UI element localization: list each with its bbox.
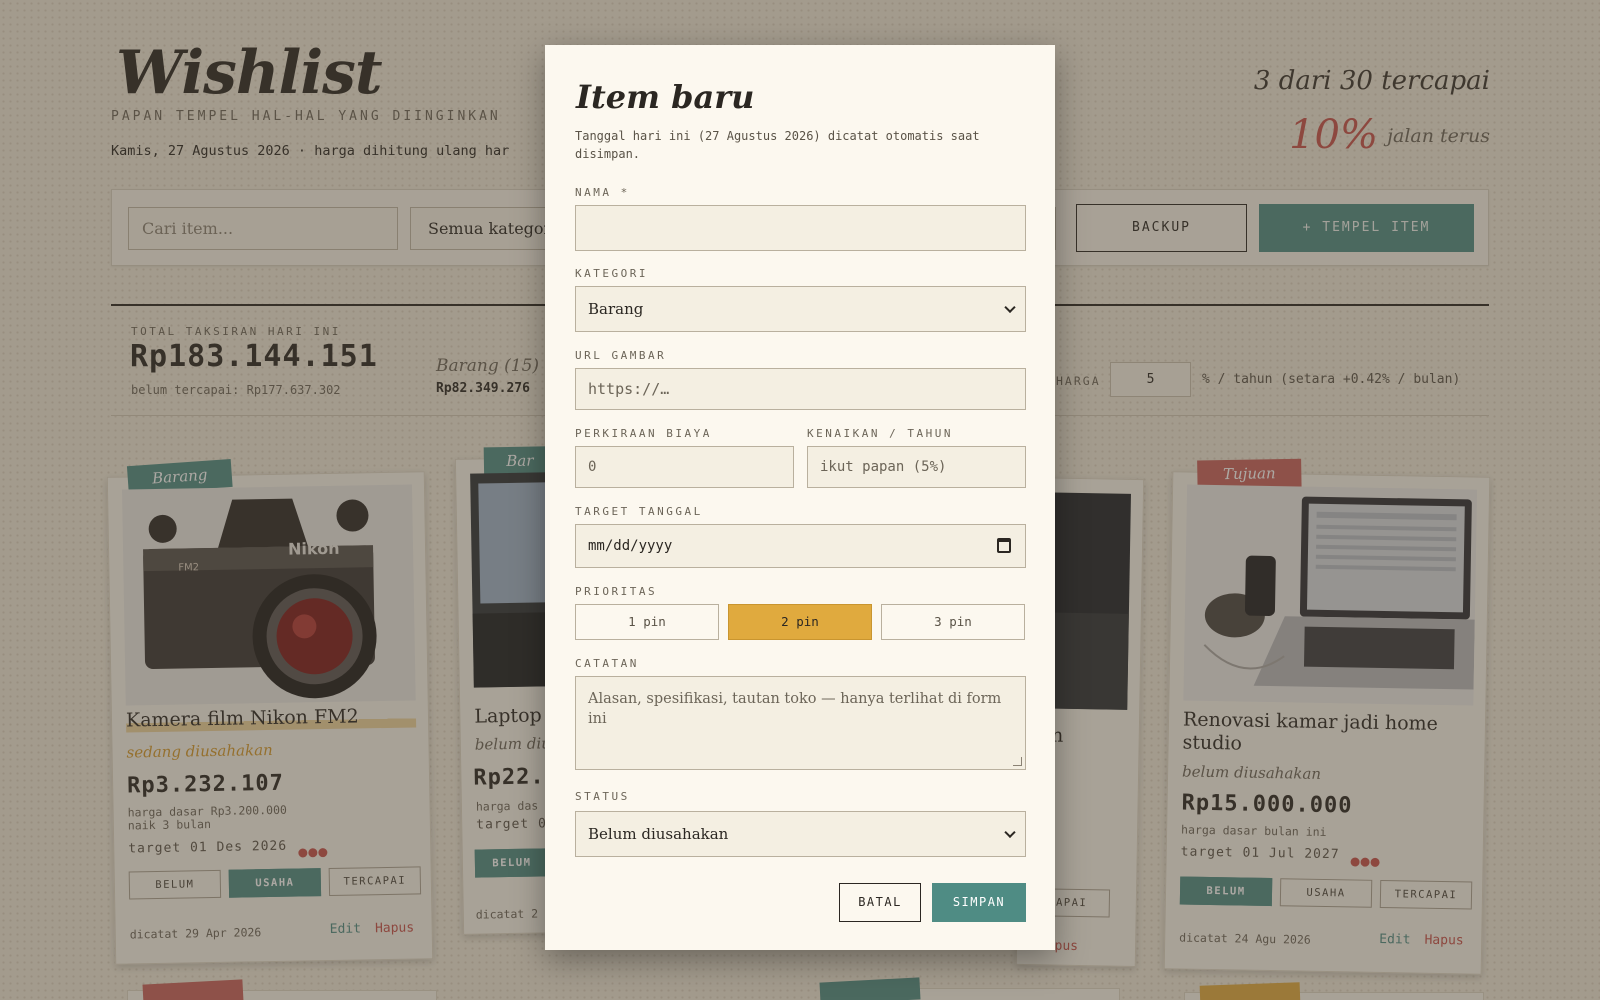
cancel-button[interactable]: BATAL [839, 883, 921, 922]
category-select[interactable]: Barang [575, 286, 1026, 332]
notes-placeholder: Alasan, spesifikasi, tautan toko — hanya… [588, 691, 1002, 727]
category-select-value: Barang [588, 300, 644, 318]
image-url-input[interactable]: https://… [575, 368, 1026, 410]
target-date-input[interactable]: mm/dd/yyyy [575, 524, 1026, 568]
target-date-placeholder: mm/dd/yyyy [588, 538, 673, 554]
image-url-label: URL GAMBAR [575, 349, 667, 362]
target-date-label: TARGET TANGGAL [575, 505, 703, 518]
modal-title: Item baru [576, 78, 755, 116]
priority-1-pin-button[interactable]: 1 pin [575, 604, 719, 640]
priority-2-pin-button[interactable]: 2 pin [728, 604, 872, 640]
yearly-increase-label: KENAIKAN / TAHUN [807, 427, 953, 440]
name-label: NAMA * [575, 186, 630, 199]
modal-note: Tanggal hari ini (27 Agustus 2026) dicat… [575, 129, 980, 161]
cost-input[interactable]: 0 [575, 446, 794, 488]
priority-3-pin-button[interactable]: 3 pin [881, 604, 1025, 640]
status-label: STATUS [575, 790, 630, 803]
yearly-increase-input[interactable]: ikut papan (5%) [807, 446, 1026, 488]
notes-label: CATATAN [575, 657, 639, 670]
calendar-icon[interactable] [997, 538, 1011, 553]
priority-label: PRIORITAS [575, 585, 658, 598]
chevron-down-icon [1004, 826, 1016, 839]
notes-textarea[interactable]: Alasan, spesifikasi, tautan toko — hanya… [575, 676, 1026, 770]
new-item-modal: Item baru Tanggal hari ini (27 Agustus 2… [545, 45, 1055, 950]
status-select-value: Belum diusahakan [588, 825, 729, 843]
cost-label: PERKIRAAN BIAYA [575, 427, 712, 440]
resize-handle-icon[interactable] [1013, 757, 1022, 766]
category-label: KATEGORI [575, 267, 648, 280]
status-select[interactable]: Belum diusahakan [575, 811, 1026, 857]
save-button[interactable]: SIMPAN [932, 883, 1026, 922]
chevron-down-icon [1004, 301, 1016, 314]
name-input[interactable] [575, 205, 1026, 251]
